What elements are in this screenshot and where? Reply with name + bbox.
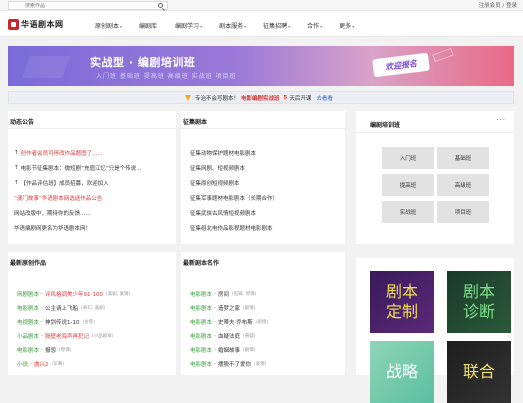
chevron-down-icon: ▾ — [120, 24, 123, 29]
main-nav: 华语剧本网 原创剧本▾ 编剧库 编剧学习▾ 剧本服务▾ 征集招聘▾ 合作▾ 更多… — [0, 11, 523, 37]
works-card: 最新原创作品 网剧剧本 - 评风格调美少年91-100 (喜剧, 爱情) 电影剧本 - 公… — [8, 252, 176, 375]
list-item[interactable]: 电影剧本 - 房间 (犯罪, 惊悚) — [190, 287, 341, 301]
search-icon[interactable] — [158, 3, 163, 8]
tile-strategy[interactable]: 战略 — [370, 341, 434, 403]
class-button[interactable]: 高级班 — [437, 174, 489, 196]
signup-button[interactable]: 欢迎报名 — [372, 52, 430, 78]
list-item[interactable]: 华语编剧网更名为华语剧本网！ — [14, 220, 172, 235]
banner-title: 实战型 · 编剧培训班 — [90, 56, 196, 69]
list-item[interactable]: “澳门故事”华语剧本网选送作品公告 — [14, 190, 172, 205]
list-item[interactable]: 征集军事题材电影剧本（长期合作） — [190, 190, 341, 205]
list-item[interactable]: 电影剧本 - 公主请上飞船 (奇幻, 喜剧) — [17, 301, 172, 315]
list-item[interactable]: ↑ 电影节征集剧本：微短剧“充值江忆”只是个传说... — [14, 160, 172, 175]
chevron-down-icon: ▾ — [244, 24, 247, 29]
course-name: 电影编剧实战班 — [241, 96, 280, 102]
list-item[interactable]: 小说 - 虞兴2 (军事) — [17, 357, 172, 371]
list-item[interactable]: 征集组北电作品影视题材电影剧本 — [190, 220, 341, 235]
section-title: 最新剧本名作 — [183, 260, 220, 267]
banner-decoration — [21, 56, 71, 78]
section-title: 征集剧本 — [183, 119, 208, 126]
chevron-down-icon: ▾ — [320, 24, 323, 29]
logo-text: 华语剧本网 — [21, 19, 64, 29]
tile-script-diagnosis[interactable]: 剧本 诊断 — [447, 271, 511, 333]
masterpieces-card: 最新剧本名作 电影剧本 - 房间 (犯罪, 惊悚) 电影剧本 - 造梦之家 (剧情) 电影剧… — [181, 252, 345, 375]
section-title: 编剧培训班 — [370, 122, 401, 129]
v-logo-icon — [185, 95, 192, 101]
nav-item-more[interactable]: 更多▾ — [339, 21, 354, 30]
days-count: 5 — [283, 95, 288, 101]
nav-menu: 原创剧本▾ 编剧库 编剧学习▾ 剧本服务▾ 征集招聘▾ 合作▾ 更多▾ — [95, 21, 371, 30]
section-title: 动态公告 — [10, 119, 35, 126]
announcements-card: 动态公告 ↑ 创作者会员可停改作品题图了...... ↑ 电影节征集剧本：微短剧“充… — [8, 111, 176, 244]
search-box[interactable] — [8, 1, 168, 10]
list-item[interactable]: ↑ 【作品评估班】成员招募，欢迎加入 — [14, 175, 172, 190]
nav-item-learning[interactable]: 编剧学习▾ — [175, 21, 202, 30]
list-item[interactable]: 电影剧本 - 婚姻故事 (剧情) — [190, 343, 341, 357]
view-link[interactable]: 去看看 — [316, 94, 333, 102]
list-item[interactable]: ↑ 创作者会员可停改作品题图了...... — [14, 145, 172, 160]
list-item[interactable]: 网站改版中，期待你的反馈...... — [14, 205, 172, 220]
chevron-down-icon: ▾ — [288, 24, 291, 29]
services-card: 剧本 定制 剧本 诊断 战略 联合 — [356, 258, 514, 403]
class-button[interactable]: 实战班 — [382, 201, 434, 223]
list-item[interactable]: 电视剧本 - 神剑传说1-10 (古装) — [17, 315, 172, 329]
collection-card: 征集剧本 征集动物保护题材电影剧本 征集网剧、短视频剧本 征集原创短视频剧本 征… — [181, 111, 345, 244]
class-button[interactable]: 基础班 — [437, 147, 489, 169]
chevron-down-icon: ▾ — [200, 24, 203, 29]
class-button[interactable]: 提高班 — [382, 174, 434, 196]
top-bar: 注册会员 / 登录 — [0, 0, 523, 11]
nav-item-services[interactable]: 剧本服务▾ — [219, 21, 246, 30]
tile-alliance[interactable]: 联合 — [447, 341, 511, 403]
nav-item-original[interactable]: 原创剧本▾ — [95, 21, 122, 30]
service-tiles: 剧本 定制 剧本 诊断 战略 联合 — [370, 271, 511, 403]
list-item[interactable]: 小品剧本 - 隔壁老海声再犯记 (小品剧本) — [17, 329, 172, 343]
list-item[interactable]: 电影剧本 - 摆脱不了爱你 (爱情) — [190, 357, 341, 371]
course-notice: 专治不会写剧本！ 电影编剧实战班 5 天后开课 去看看 — [8, 91, 514, 104]
chevron-down-icon: ▾ — [352, 24, 355, 29]
training-card: 编剧培训班 ··· 入门班 基础班 提高班 高级班 实战班 项目班 — [356, 111, 514, 244]
list-item[interactable]: 电影剧本 - 造梦之家 (剧情) — [190, 301, 341, 315]
class-button[interactable]: 项目班 — [437, 201, 489, 223]
list-item[interactable]: 征集动物保护题材电影剧本 — [190, 145, 341, 160]
site-logo[interactable]: 华语剧本网 — [8, 18, 68, 30]
tile-script-custom[interactable]: 剧本 定制 — [370, 271, 434, 333]
list-item[interactable]: 电影剧本 - 报怨 (惊悚) — [17, 343, 172, 357]
list-item[interactable]: 征集网剧、短视频剧本 — [190, 160, 341, 175]
list-item[interactable]: 征集武侠古风情短视频剧本 — [190, 205, 341, 220]
training-banner[interactable]: 实战型 · 编剧培训班 入门班 基础班 提高班 高级班 实战班 项目班 欢迎报名 — [8, 46, 514, 86]
list-item[interactable]: 电影剧本 - 史蒂夫·乔布斯 (剧情) — [190, 315, 341, 329]
login-link[interactable]: 注册会员 / 登录 — [479, 1, 517, 9]
nav-item-writers[interactable]: 编剧库 — [139, 21, 158, 30]
nav-item-cooperation[interactable]: 合作▾ — [307, 21, 322, 30]
logo-icon — [8, 18, 19, 30]
section-title: 最新原创作品 — [10, 260, 47, 267]
list-item[interactable]: 征集原创短视频剧本 — [190, 175, 341, 190]
more-icon[interactable]: ··· — [496, 116, 506, 124]
search-input[interactable] — [9, 2, 149, 10]
list-item[interactable]: 电影剧本 - 血疑法庭 (悬疑) — [190, 329, 341, 343]
class-grid: 入门班 基础班 提高班 高级班 实战班 项目班 — [382, 147, 489, 223]
banner-decoration — [432, 47, 454, 63]
list-item[interactable]: 网剧剧本 - 评风格调美少年91-100 (喜剧, 爱情) — [17, 287, 172, 301]
banner-subtitle: 入门班 基础班 提高班 高级班 实战班 项目班 — [96, 73, 237, 80]
class-button[interactable]: 入门班 — [382, 147, 434, 169]
nav-item-recruit[interactable]: 征集招聘▾ — [263, 21, 290, 30]
